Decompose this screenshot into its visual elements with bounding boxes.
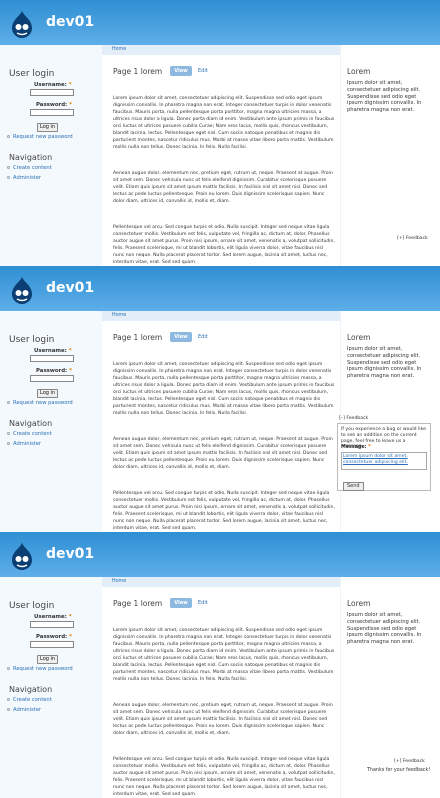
breadcrumb: Home bbox=[102, 45, 340, 55]
tab-edit[interactable]: Edit bbox=[198, 600, 208, 606]
screenshot-state-3: dev01 User login Username: * Password: *… bbox=[0, 532, 440, 798]
tab-view[interactable]: View bbox=[170, 332, 192, 342]
drupal-logo-icon[interactable] bbox=[9, 9, 35, 39]
body-paragraph-3: Pellentesque vel arcu. Sed congue turpis… bbox=[113, 757, 335, 797]
feedback-toggle-link[interactable]: [+] Feedback bbox=[394, 759, 425, 764]
login-block-title: User login bbox=[9, 601, 55, 611]
username-input[interactable] bbox=[30, 89, 74, 96]
site-name[interactable]: dev01 bbox=[46, 546, 94, 562]
tab-view[interactable]: View bbox=[170, 598, 192, 608]
request-password-link[interactable]: Request new password bbox=[7, 666, 73, 672]
right-sidebar: Lorem Ipsum dolor sit amet, consectetuer… bbox=[340, 45, 440, 266]
breadcrumb-home-link[interactable]: Home bbox=[112, 579, 126, 584]
body-paragraph-2: Aenean augue dolor, elementum nec, preti… bbox=[113, 703, 333, 736]
page-title: Page 1 lorem bbox=[113, 599, 163, 608]
nav-item-create-content[interactable]: Create content bbox=[7, 697, 52, 703]
feedback-toggle-link[interactable]: [+] Feedback bbox=[397, 236, 428, 241]
password-label: Password: * bbox=[36, 634, 72, 640]
left-sidebar: User login Username: * Password: * Log i… bbox=[0, 45, 102, 266]
request-password-link[interactable]: Request new password bbox=[7, 400, 73, 406]
bullet-icon bbox=[7, 698, 10, 701]
left-sidebar: User login Username: * Password: * Log i… bbox=[0, 577, 102, 798]
nav-item-administer[interactable]: Administer bbox=[7, 441, 41, 447]
body-paragraph-3: Pellentesque vel arcu. Sed congue turpis… bbox=[113, 491, 335, 531]
password-label: Password: * bbox=[36, 368, 72, 374]
right-block-text: Ipsum dolor sit amet, consectetuer adipi… bbox=[347, 80, 422, 114]
nav-item-create-content[interactable]: Create content bbox=[7, 431, 52, 437]
password-input[interactable] bbox=[30, 109, 74, 116]
username-input[interactable] bbox=[30, 355, 74, 362]
tab-view[interactable]: View bbox=[170, 66, 192, 76]
bullet-icon bbox=[7, 401, 10, 404]
main-content: Home Page 1 lorem View Edit Lorem ipsum … bbox=[102, 577, 340, 798]
site-name[interactable]: dev01 bbox=[46, 280, 94, 296]
right-block-title: Lorem bbox=[347, 67, 371, 76]
bullet-icon bbox=[7, 135, 10, 138]
username-label: Username: * bbox=[34, 348, 72, 354]
right-block-title: Lorem bbox=[347, 599, 371, 608]
body-paragraph-1: Lorem ipsum dolor sit amet, consectetuer… bbox=[113, 628, 335, 682]
feedback-form: If you experience a bug or would like to… bbox=[337, 423, 431, 491]
body-paragraph-2: Aenean augue dolor, elementum nec, preti… bbox=[113, 171, 333, 204]
body-paragraph-1: Lorem ipsum dolor sit amet, consectetuer… bbox=[113, 362, 335, 416]
body-paragraph-1: Lorem ipsum dolor sit amet, consectetuer… bbox=[113, 96, 335, 150]
request-password-link[interactable]: Request new password bbox=[7, 134, 73, 140]
send-button[interactable]: Send bbox=[343, 482, 364, 491]
feedback-toggle-link[interactable]: [–] Feedback bbox=[339, 416, 368, 421]
navigation-title: Navigation bbox=[9, 685, 53, 694]
right-block-text: Ipsum dolor sit amet, consectetuer adipi… bbox=[347, 612, 422, 646]
right-block-title: Lorem bbox=[347, 333, 371, 342]
bullet-icon bbox=[7, 176, 10, 179]
body-paragraph-2: Aenean augue dolor, elementum nec, preti… bbox=[113, 437, 333, 470]
bullet-icon bbox=[7, 442, 10, 445]
username-label: Username: * bbox=[34, 614, 72, 620]
main-content: Home Page 1 lorem View Edit Lorem ipsum … bbox=[102, 45, 340, 266]
password-input[interactable] bbox=[30, 375, 74, 382]
nav-item-administer[interactable]: Administer bbox=[7, 707, 41, 713]
right-block-text: Ipsum dolor sit amet, consectetuer adipi… bbox=[347, 346, 422, 380]
screenshot-state-2: dev01 User login Username: * Password: *… bbox=[0, 266, 440, 532]
bullet-icon bbox=[7, 708, 10, 711]
site-name[interactable]: dev01 bbox=[46, 14, 94, 30]
site-header: dev01 bbox=[0, 532, 440, 577]
login-block-title: User login bbox=[9, 69, 55, 79]
body-paragraph-3: Pellentesque vel arcu. Sed congue turpis… bbox=[113, 225, 335, 265]
navigation-title: Navigation bbox=[9, 419, 53, 428]
message-label: Message: * bbox=[341, 445, 371, 450]
nav-item-create-content[interactable]: Create content bbox=[7, 165, 52, 171]
navigation-title: Navigation bbox=[9, 153, 53, 162]
right-sidebar: Lorem Ipsum dolor sit amet, consectetuer… bbox=[340, 577, 440, 798]
drupal-logo-icon[interactable] bbox=[9, 275, 35, 305]
site-header: dev01 bbox=[0, 266, 440, 311]
right-sidebar: Lorem Ipsum dolor sit amet, consectetuer… bbox=[340, 311, 440, 532]
login-button[interactable]: Log in bbox=[37, 389, 59, 398]
message-textarea[interactable]: Lorem ipsum dolor sit amet, consectetuer… bbox=[341, 452, 427, 470]
username-input[interactable] bbox=[30, 621, 74, 628]
main-content: Home Page 1 lorem View Edit Lorem ipsum … bbox=[102, 311, 340, 532]
feedback-thanks-message: Thanks for your feedback! bbox=[367, 768, 431, 773]
bullet-icon bbox=[7, 166, 10, 169]
tab-edit[interactable]: Edit bbox=[198, 68, 208, 74]
drupal-logo-icon[interactable] bbox=[9, 541, 35, 571]
tab-edit[interactable]: Edit bbox=[198, 334, 208, 340]
password-label: Password: * bbox=[36, 102, 72, 108]
username-label: Username: * bbox=[34, 82, 72, 88]
breadcrumb-home-link[interactable]: Home bbox=[112, 47, 126, 52]
login-block-title: User login bbox=[9, 335, 55, 345]
nav-item-administer[interactable]: Administer bbox=[7, 175, 41, 181]
breadcrumb: Home bbox=[102, 577, 340, 587]
breadcrumb-home-link[interactable]: Home bbox=[112, 313, 126, 318]
left-sidebar: User login Username: * Password: * Log i… bbox=[0, 311, 102, 532]
screenshot-state-1: dev01 User login Username: * Password: *… bbox=[0, 0, 440, 266]
password-input[interactable] bbox=[30, 641, 74, 648]
login-button[interactable]: Log in bbox=[37, 123, 59, 132]
breadcrumb: Home bbox=[102, 311, 340, 321]
site-header: dev01 bbox=[0, 0, 440, 45]
page-title: Page 1 lorem bbox=[113, 333, 163, 342]
bullet-icon bbox=[7, 432, 10, 435]
bullet-icon bbox=[7, 667, 10, 670]
login-button[interactable]: Log in bbox=[37, 655, 59, 664]
page-title: Page 1 lorem bbox=[113, 67, 163, 76]
